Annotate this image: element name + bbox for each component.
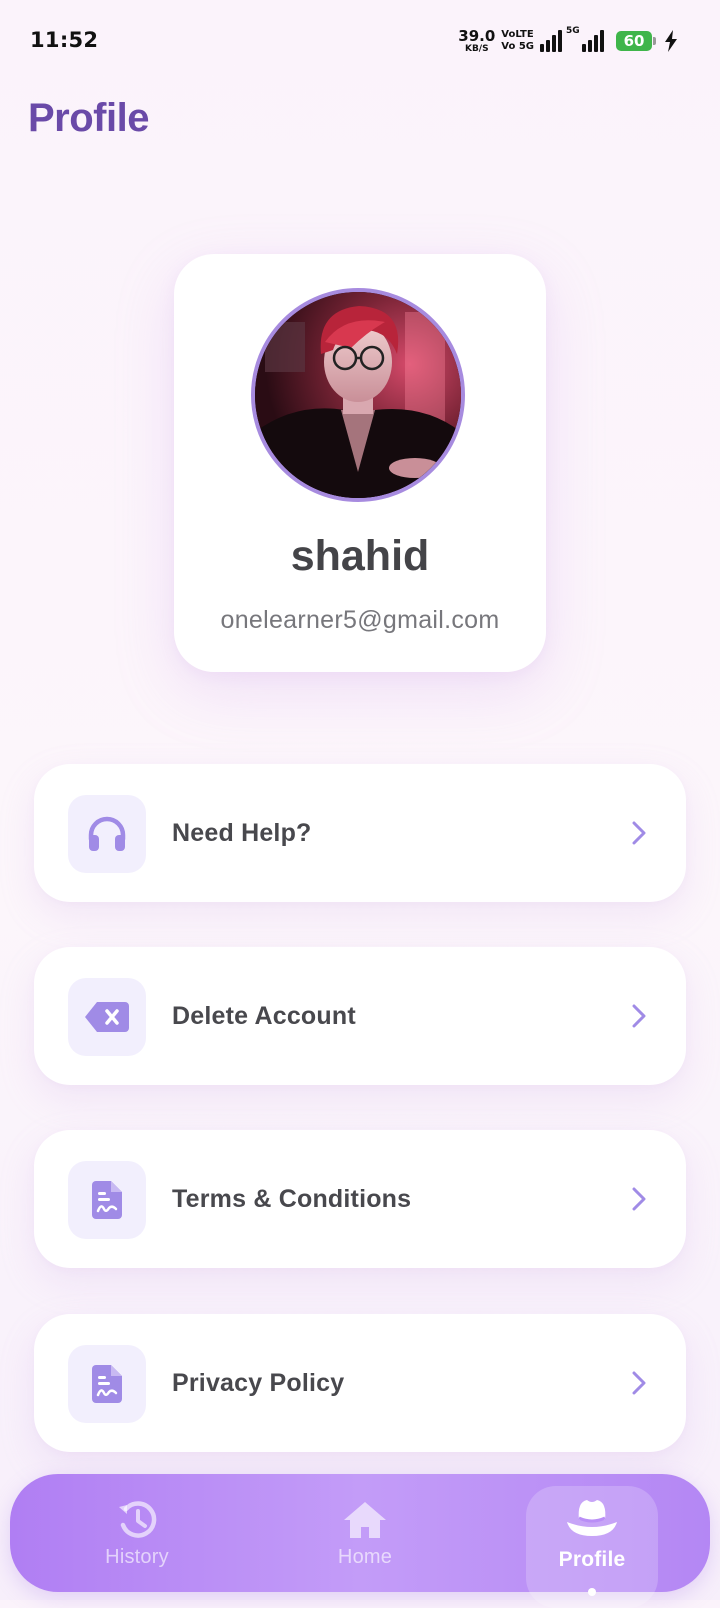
- tab-history[interactable]: History: [82, 1474, 192, 1592]
- signal-5g-icon: 5G: [566, 26, 604, 52]
- menu-item-privacy-policy[interactable]: Privacy Policy: [34, 1314, 686, 1452]
- menu-icon-box: [68, 1345, 146, 1423]
- user-email: onelearner5@gmail.com: [220, 606, 500, 634]
- user-name: shahid: [290, 532, 430, 580]
- menu-label: Need Help?: [172, 819, 312, 847]
- menu-item-delete-account[interactable]: Delete Account: [34, 947, 686, 1085]
- tab-home-label: Home: [337, 1546, 393, 1568]
- volte-indicator: VoLTE Vo 5G: [501, 30, 534, 52]
- menu-label: Terms & Conditions: [172, 1185, 412, 1213]
- chevron-right-icon: [632, 821, 646, 845]
- battery-icon: 60: [616, 31, 656, 51]
- tab-profile[interactable]: Profile: [526, 1486, 658, 1608]
- menu-item-terms-conditions[interactable]: Terms & Conditions: [34, 1130, 686, 1268]
- document-icon: [92, 1365, 122, 1403]
- tab-history-label: History: [105, 1546, 169, 1568]
- volte-bottom-label: Vo 5G: [501, 41, 534, 52]
- hat-icon: [565, 1498, 619, 1538]
- menu-icon-box: [68, 1161, 146, 1239]
- home-icon: [344, 1500, 386, 1540]
- bottom-nav: History Home Profile: [10, 1474, 710, 1608]
- status-time: 11:52: [30, 28, 99, 52]
- active-tab-indicator: [588, 1588, 596, 1596]
- network-speed-value: 39.0: [458, 26, 496, 45]
- network-speed-unit: KB/S: [464, 43, 489, 54]
- tab-home[interactable]: Home: [310, 1474, 420, 1592]
- status-bar: 11:52 39.0 KB/S VoLTE Vo 5G 5G 60: [0, 0, 720, 84]
- status-indicators: 39.0 KB/S VoLTE Vo 5G 5G 60: [458, 26, 678, 56]
- charging-bolt-icon: [665, 30, 677, 52]
- volte-top-label: VoLTE: [501, 29, 534, 40]
- profile-card: shahid onelearner5@gmail.com: [174, 254, 546, 672]
- avatar-portrait: [255, 292, 461, 498]
- chevron-right-icon: [632, 1187, 646, 1211]
- network-speed: 39.0 KB/S: [458, 26, 496, 54]
- page-title: Profile: [28, 96, 149, 140]
- tab-profile-label: Profile: [558, 1548, 626, 1571]
- menu-icon-box: [68, 795, 146, 873]
- backspace-icon: [85, 1002, 129, 1032]
- menu-item-need-help[interactable]: Need Help?: [34, 764, 686, 902]
- chevron-right-icon: [632, 1371, 646, 1395]
- avatar[interactable]: [251, 288, 465, 502]
- headset-icon: [88, 816, 126, 851]
- menu-icon-box: [68, 978, 146, 1056]
- network-5g-label: 5G: [566, 26, 580, 36]
- battery-level: 60: [623, 32, 645, 50]
- document-icon: [92, 1181, 122, 1219]
- menu-label: Delete Account: [172, 1002, 356, 1030]
- history-icon: [117, 1500, 157, 1540]
- menu-label: Privacy Policy: [172, 1369, 345, 1397]
- chevron-right-icon: [632, 1004, 646, 1028]
- signal-strength-icon: [540, 30, 562, 52]
